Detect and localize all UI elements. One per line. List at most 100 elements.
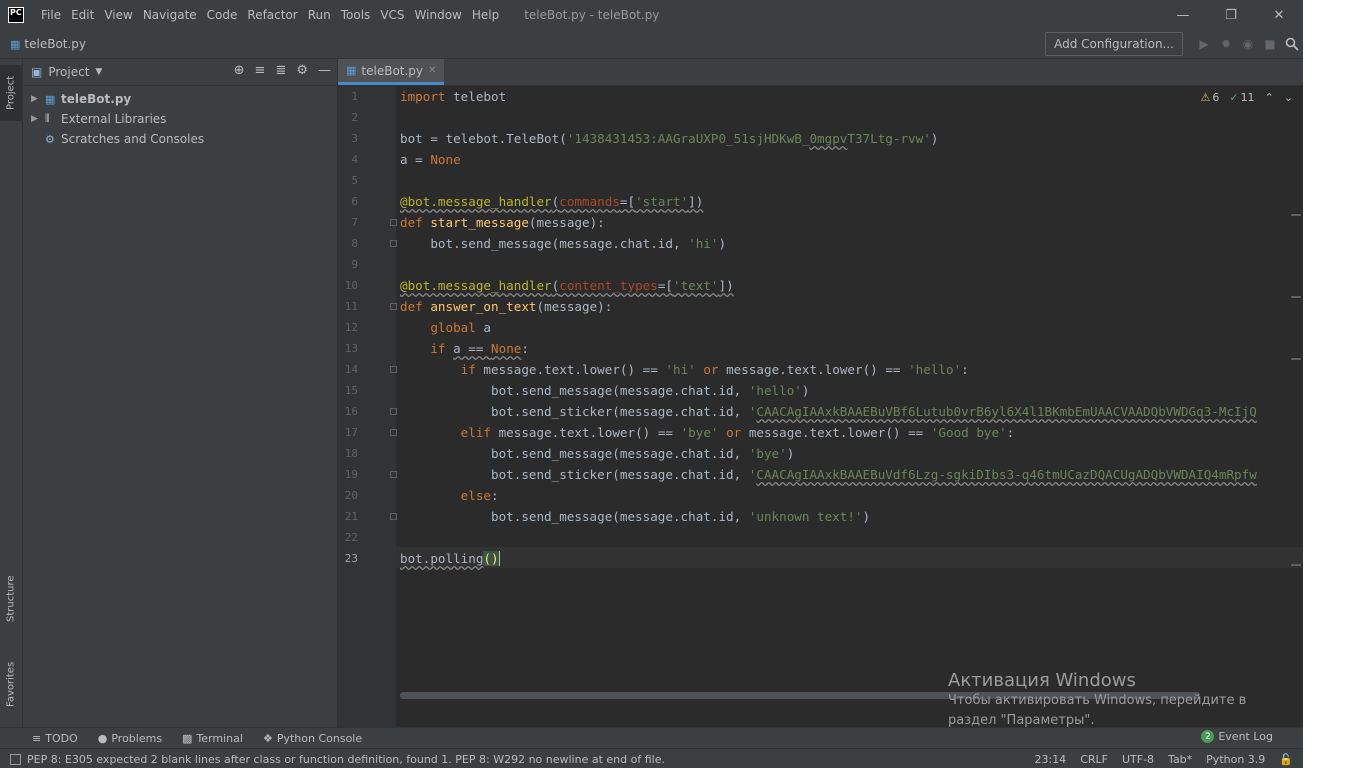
line-number[interactable]: 8	[338, 236, 358, 251]
line-number[interactable]: 9	[338, 257, 358, 272]
fold-marker-icon[interactable]	[390, 408, 397, 415]
code-line: bot.polling()	[400, 551, 500, 566]
line-number[interactable]: 3	[338, 131, 358, 146]
locate-icon[interactable]: ⊕	[234, 63, 245, 78]
python-interpreter[interactable]: Python 3.9	[1206, 753, 1265, 766]
python-file-icon: ▦	[45, 92, 56, 106]
line-number[interactable]: 23	[338, 551, 358, 566]
close-icon[interactable]: ✕	[1255, 0, 1303, 30]
menu-item-view[interactable]: View	[99, 0, 137, 30]
code-line: bot.send_message(message.chat.id, 'hello…	[400, 383, 810, 398]
terminal-icon: ▩	[182, 732, 193, 745]
line-number[interactable]: 18	[338, 446, 358, 461]
code-line: @bot.message_handler(commands=['start'])	[400, 194, 704, 209]
terminal-tool-tab[interactable]: ▩ Terminal	[182, 732, 243, 745]
collapse-all-icon[interactable]: ≣	[275, 63, 286, 78]
menu-item-file[interactable]: File	[36, 0, 66, 30]
caret-position[interactable]: 23:14	[1034, 753, 1066, 766]
code-line: bot.send_message(message.chat.id, 'hi')	[400, 236, 727, 251]
fold-marker-icon[interactable]	[390, 240, 397, 247]
line-number[interactable]: 12	[338, 320, 358, 335]
run-icon[interactable]: ▶	[1193, 33, 1215, 55]
menu-item-window[interactable]: Window	[410, 0, 467, 30]
line-number[interactable]: 14	[338, 362, 358, 377]
debug-icon[interactable]: ✹	[1215, 33, 1237, 55]
hide-icon[interactable]: —	[318, 63, 331, 78]
line-separator[interactable]: CRLF	[1080, 753, 1108, 766]
close-tab-icon[interactable]: ✕	[428, 65, 436, 76]
todo-tool-tab[interactable]: ≡ TODO	[32, 732, 78, 745]
menu-item-tools[interactable]: Tools	[336, 0, 376, 30]
fold-marker-icon[interactable]	[390, 219, 397, 226]
fold-marker-icon[interactable]	[390, 471, 397, 478]
line-number[interactable]: 10	[338, 278, 358, 293]
editor-area: ▦ teleBot.py ✕ 1 2 3 4 5 6 7 8 9 10 11 12 13 14 15 16 17…	[338, 59, 1303, 727]
project-tree: ▶ ▦ teleBot.py ▶ ⫴ External Libraries ⚙ Scratch…	[23, 86, 337, 149]
chevron-right-icon[interactable]: ▶	[31, 94, 45, 104]
fold-marker-icon[interactable]	[390, 366, 397, 373]
line-number[interactable]: 1	[338, 89, 358, 104]
line-number[interactable]: 19	[338, 467, 358, 482]
code-editor[interactable]: import telebot bot = telebot.TeleBot('14…	[400, 86, 1303, 727]
favorites-tool-label: Favorites	[5, 661, 17, 707]
code-line: @bot.message_handler(content_types=['tex…	[400, 278, 734, 293]
coverage-icon[interactable]: ◉	[1237, 33, 1259, 55]
fold-marker-icon[interactable]	[390, 429, 397, 436]
watermark-title: Активация Windows	[948, 670, 1136, 691]
python-console-tool-tab[interactable]: ❖ Python Console	[263, 732, 362, 745]
project-tool-tab[interactable]: Project	[0, 65, 22, 121]
breadcrumb[interactable]: ▦ teleBot.py	[10, 37, 86, 51]
menu-item-run[interactable]: Run	[303, 0, 336, 30]
event-log-tool-tab[interactable]: 2 Event Log	[1201, 730, 1273, 743]
search-icon[interactable]	[1281, 33, 1303, 55]
line-number[interactable]: 17	[338, 425, 358, 440]
fold-marker-icon[interactable]	[390, 513, 397, 520]
restore-icon[interactable]: ❐	[1207, 0, 1255, 30]
line-number[interactable]: 5	[338, 173, 358, 188]
menu-item-help[interactable]: Help	[467, 0, 504, 30]
gear-icon[interactable]: ⚙	[296, 63, 308, 78]
tab-telebot-py[interactable]: ▦ teleBot.py ✕	[338, 59, 445, 85]
menu-item-edit[interactable]: Edit	[66, 0, 99, 30]
add-configuration-button[interactable]: Add Configuration...	[1045, 32, 1183, 56]
tab-label: teleBot.py	[361, 63, 424, 78]
line-number[interactable]: 4	[338, 152, 358, 167]
file-encoding[interactable]: UTF-8	[1122, 753, 1154, 766]
menu-item-code[interactable]: Code	[202, 0, 243, 30]
line-number[interactable]: 16	[338, 404, 358, 419]
lock-icon[interactable]: 🔓	[1279, 753, 1293, 766]
line-number[interactable]: 2	[338, 110, 358, 125]
line-number[interactable]: 15	[338, 383, 358, 398]
tree-item[interactable]: ⚙ Scratches and Consoles	[23, 129, 337, 149]
code-line: import telebot	[400, 89, 507, 104]
fold-marker-icon[interactable]	[390, 303, 397, 310]
chevron-right-icon[interactable]: ▶	[31, 114, 45, 124]
problems-label: Problems	[111, 732, 163, 745]
minimize-icon[interactable]: —	[1159, 0, 1207, 30]
code-line: bot.send_sticker(message.chat.id, 'CAACA…	[400, 467, 1257, 482]
menu-item-navigate[interactable]: Navigate	[138, 0, 202, 30]
tree-item[interactable]: ▶ ⫴ External Libraries	[23, 109, 337, 129]
problems-tool-tab[interactable]: ● Problems	[98, 732, 162, 745]
menu-item-vcs[interactable]: VCS	[375, 0, 409, 30]
menu-item-refactor[interactable]: Refactor	[242, 0, 302, 30]
stop-icon[interactable]: ■	[1259, 33, 1281, 55]
line-number[interactable]: 20	[338, 488, 358, 503]
line-number[interactable]: 7	[338, 215, 358, 230]
line-number[interactable]: 11	[338, 299, 358, 314]
expand-all-icon[interactable]: ≡	[255, 63, 266, 78]
line-number[interactable]: 13	[338, 341, 358, 356]
tree-item[interactable]: ▶ ▦ teleBot.py	[23, 89, 337, 109]
code-line: a = None	[400, 152, 461, 167]
scroll-marker	[1291, 358, 1301, 360]
project-view-selector[interactable]: ▣ Project ▼	[31, 65, 102, 79]
status-message[interactable]: PEP 8: E305 expected 2 blank lines after…	[10, 753, 665, 766]
line-number[interactable]: 22	[338, 530, 358, 545]
indent-setting[interactable]: Tab*	[1168, 753, 1192, 766]
run-toolbar: Add Configuration... ▶ ✹ ◉ ■	[1045, 30, 1303, 58]
line-number[interactable]: 21	[338, 509, 358, 524]
favorites-tool-tab[interactable]: Favorites	[0, 649, 22, 719]
line-number[interactable]: 6	[338, 194, 358, 209]
menu-items: File Edit View Navigate Code Refactor Run Tools…	[36, 0, 504, 30]
structure-tool-tab[interactable]: Structure	[0, 564, 22, 634]
